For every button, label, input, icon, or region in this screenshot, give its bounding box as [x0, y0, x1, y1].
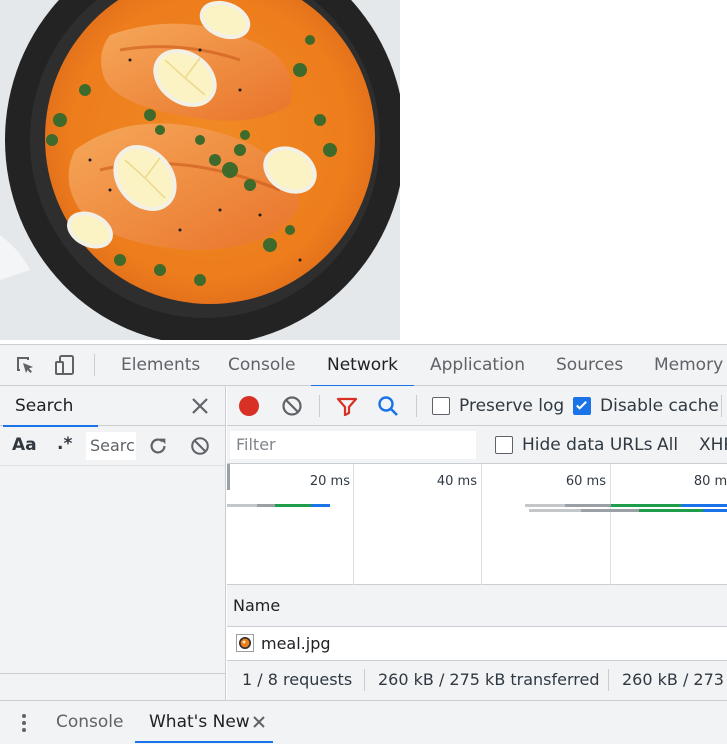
- preserve-log-label[interactable]: Preserve log: [459, 386, 564, 426]
- timeline-tick-label: 40 ms: [436, 474, 477, 489]
- tab-sources[interactable]: Sources: [554, 345, 625, 386]
- devtools-panel: Elements Console Network Application Sou…: [0, 344, 727, 744]
- record-icon[interactable]: [237, 394, 261, 418]
- match-case-toggle[interactable]: Aa: [12, 435, 37, 455]
- devtools-tabbar: Elements Console Network Application Sou…: [0, 345, 727, 387]
- clear-log-icon[interactable]: [280, 394, 304, 418]
- drawer-tab-whats-new[interactable]: What's New: [149, 701, 250, 743]
- timeline-bar: [275, 504, 311, 507]
- inspect-element-icon[interactable]: [13, 353, 37, 377]
- disable-cache-label[interactable]: Disable cache: [600, 386, 719, 426]
- search-input[interactable]: Search: [86, 432, 136, 460]
- search-pane: Search Aa .* Search: [0, 386, 226, 700]
- timeline-bar: [311, 504, 330, 507]
- type-filter-all[interactable]: All: [657, 426, 678, 464]
- type-filter-xhr[interactable]: XHR: [699, 426, 727, 464]
- search-toolbar: Aa .* Search: [0, 426, 225, 466]
- tab-network[interactable]: Network: [311, 345, 414, 387]
- request-name[interactable]: meal.jpg: [261, 627, 331, 660]
- close-tab-icon[interactable]: [252, 714, 266, 728]
- toolbar-divider: [319, 395, 320, 417]
- timeline-bar: [681, 504, 727, 507]
- timeline-bar: [639, 509, 703, 512]
- hide-data-urls-checkbox[interactable]: [495, 436, 513, 454]
- name-column-header[interactable]: Name: [233, 585, 280, 627]
- image-thumbnail-icon: [236, 634, 254, 652]
- timeline-bar: [525, 504, 565, 507]
- search-pane-footer: [0, 673, 225, 700]
- timeline-tick-label: 80 ms: [693, 474, 727, 489]
- search-icon[interactable]: [376, 394, 400, 418]
- transferred-size: 260 kB / 275 kB transferred: [378, 670, 600, 689]
- timeline-tick-label: 20 ms: [309, 474, 350, 489]
- timeline-tick-label: 60 ms: [565, 474, 606, 489]
- filter-input[interactable]: Filter: [230, 431, 476, 459]
- status-divider: [608, 669, 609, 691]
- regex-toggle[interactable]: .*: [57, 434, 72, 454]
- status-divider: [364, 669, 365, 691]
- meal-photo: [0, 0, 400, 340]
- request-table-header: Name: [227, 585, 727, 627]
- timeline-gridline: [353, 464, 354, 585]
- timeline-gridline: [610, 464, 611, 585]
- filter-bar: Filter Hide data URLs All XHR: [227, 426, 727, 464]
- toolbar-divider: [94, 354, 95, 376]
- timeline-bar: [257, 504, 275, 507]
- device-toolbar-icon[interactable]: [53, 353, 77, 377]
- toolbar-divider: [416, 395, 417, 417]
- network-toolbar: Preserve log Disable cache: [227, 386, 727, 426]
- tab-elements[interactable]: Elements: [119, 345, 202, 386]
- disable-cache-checkbox[interactable]: [573, 397, 591, 415]
- hide-data-urls-label[interactable]: Hide data URLs: [522, 426, 652, 464]
- search-pane-header: Search: [0, 386, 225, 427]
- request-count: 1 / 8 requests: [242, 670, 353, 689]
- drawer-tab-console[interactable]: Console: [56, 701, 124, 743]
- network-panel: Preserve log Disable cache Filter Hide d…: [227, 386, 727, 700]
- clear-search-icon[interactable]: [189, 435, 211, 457]
- timeline-bar: [611, 504, 681, 507]
- timeline-handle[interactable]: [227, 464, 230, 490]
- search-pane-title[interactable]: Search: [3, 386, 99, 427]
- tab-application[interactable]: Application: [428, 345, 527, 386]
- table-row[interactable]: meal.jpg: [227, 627, 727, 660]
- preserve-log-checkbox[interactable]: [432, 397, 450, 415]
- network-status-bar: 1 / 8 requests 260 kB / 275 kB transferr…: [227, 660, 727, 700]
- drawer-tabbar: Console What's New: [0, 700, 727, 744]
- timeline-bar: [565, 504, 611, 507]
- resources-size: 260 kB / 273: [622, 670, 724, 689]
- filter-icon[interactable]: [335, 394, 359, 418]
- timeline-bar: [703, 509, 727, 512]
- tab-console[interactable]: Console: [226, 345, 298, 386]
- tab-memory[interactable]: Memory: [652, 345, 725, 386]
- close-icon[interactable]: [188, 394, 212, 418]
- timeline-gridline: [481, 464, 482, 585]
- refresh-icon[interactable]: [147, 435, 169, 457]
- timeline-bar: [529, 509, 581, 512]
- timeline-bar: [581, 509, 639, 512]
- timeline-overview[interactable]: 20 ms 40 ms 60 ms 80 ms: [227, 464, 727, 585]
- timeline-bar: [227, 504, 257, 507]
- toolbar-divider: [721, 395, 722, 417]
- more-tools-menu-icon[interactable]: [14, 711, 34, 735]
